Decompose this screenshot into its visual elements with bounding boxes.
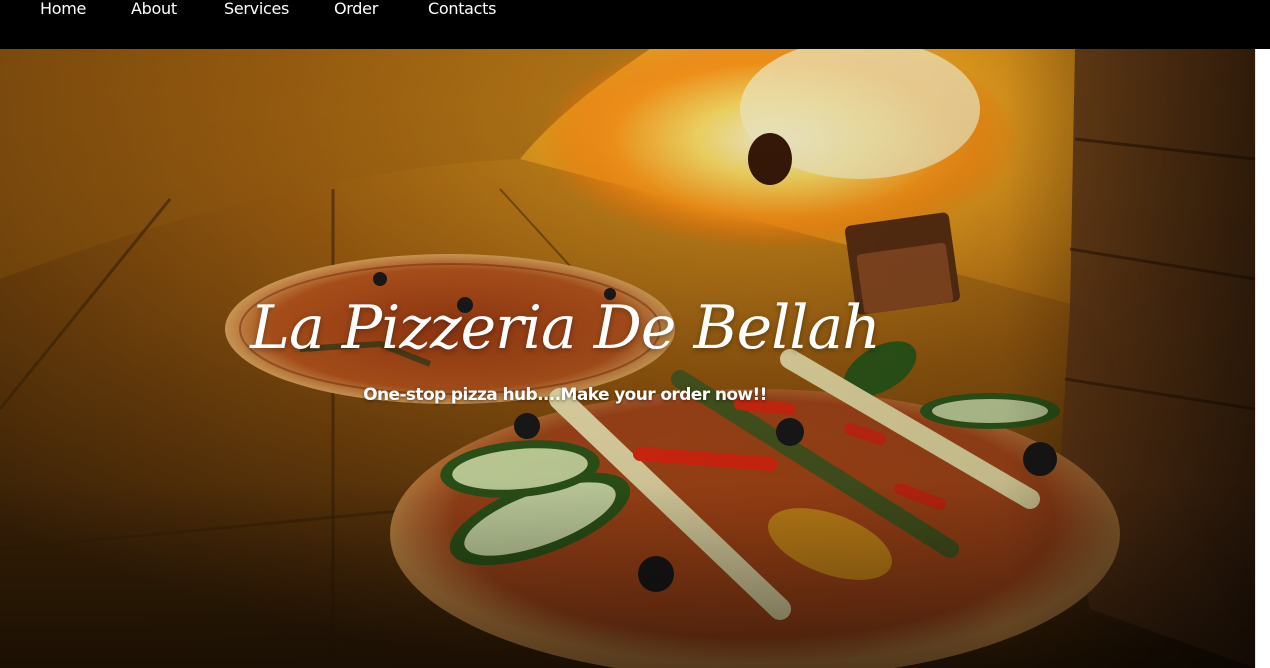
- nav-item-home[interactable]: Home: [40, 0, 86, 18]
- top-navbar: Home About Services Order Contacts: [0, 0, 1270, 49]
- hero-banner: La Pizzeria De Bellah One-stop pizza hub…: [0, 49, 1255, 668]
- nav-item-services[interactable]: Services: [224, 0, 289, 18]
- nav-item-order[interactable]: Order: [334, 0, 378, 18]
- page-scrollbar[interactable]: [1255, 49, 1270, 668]
- hero-title: La Pizzeria De Bellah: [250, 293, 881, 363]
- nav-item-about[interactable]: About: [131, 0, 177, 18]
- hero-subtitle: One-stop pizza hub....Make your order no…: [363, 385, 767, 405]
- nav-item-contacts[interactable]: Contacts: [428, 0, 496, 18]
